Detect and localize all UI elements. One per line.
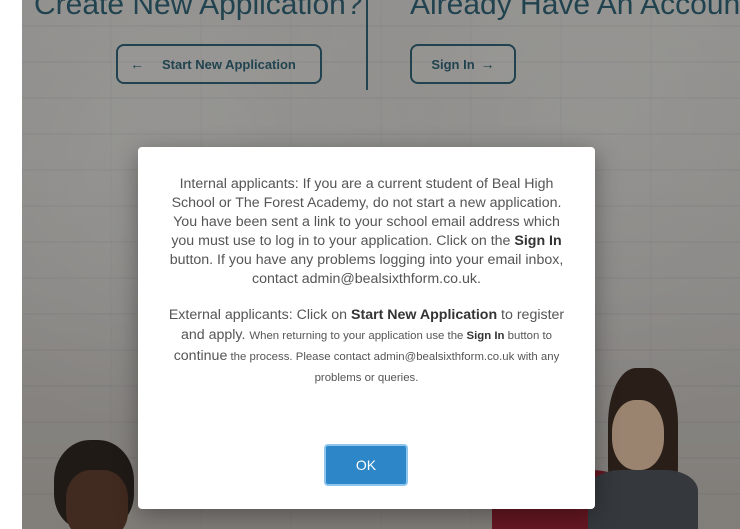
sign-in-emphasis: Sign In [466, 330, 505, 342]
sign-in-emphasis: Sign In [514, 233, 562, 249]
start-new-application-emphasis: Start New Application [351, 307, 498, 323]
ok-button[interactable]: OK [324, 444, 408, 486]
internal-text-part: Internal applicants: If you are a curren… [171, 176, 562, 249]
external-text-part: button to [504, 330, 553, 342]
external-applicants-text: External applicants: Click on Start New … [160, 305, 573, 388]
external-text-part: the process. Please contact admin@bealsi… [227, 351, 560, 384]
internal-applicants-text: Internal applicants: If you are a curren… [160, 175, 573, 289]
info-modal: Internal applicants: If you are a curren… [138, 147, 595, 509]
external-text-part: When returning to your application use t… [249, 330, 467, 342]
external-text-part: continue [173, 348, 228, 364]
internal-text-part: button. If you have any problems logging… [169, 252, 564, 287]
external-text-part: External applicants: Click on [168, 307, 352, 323]
